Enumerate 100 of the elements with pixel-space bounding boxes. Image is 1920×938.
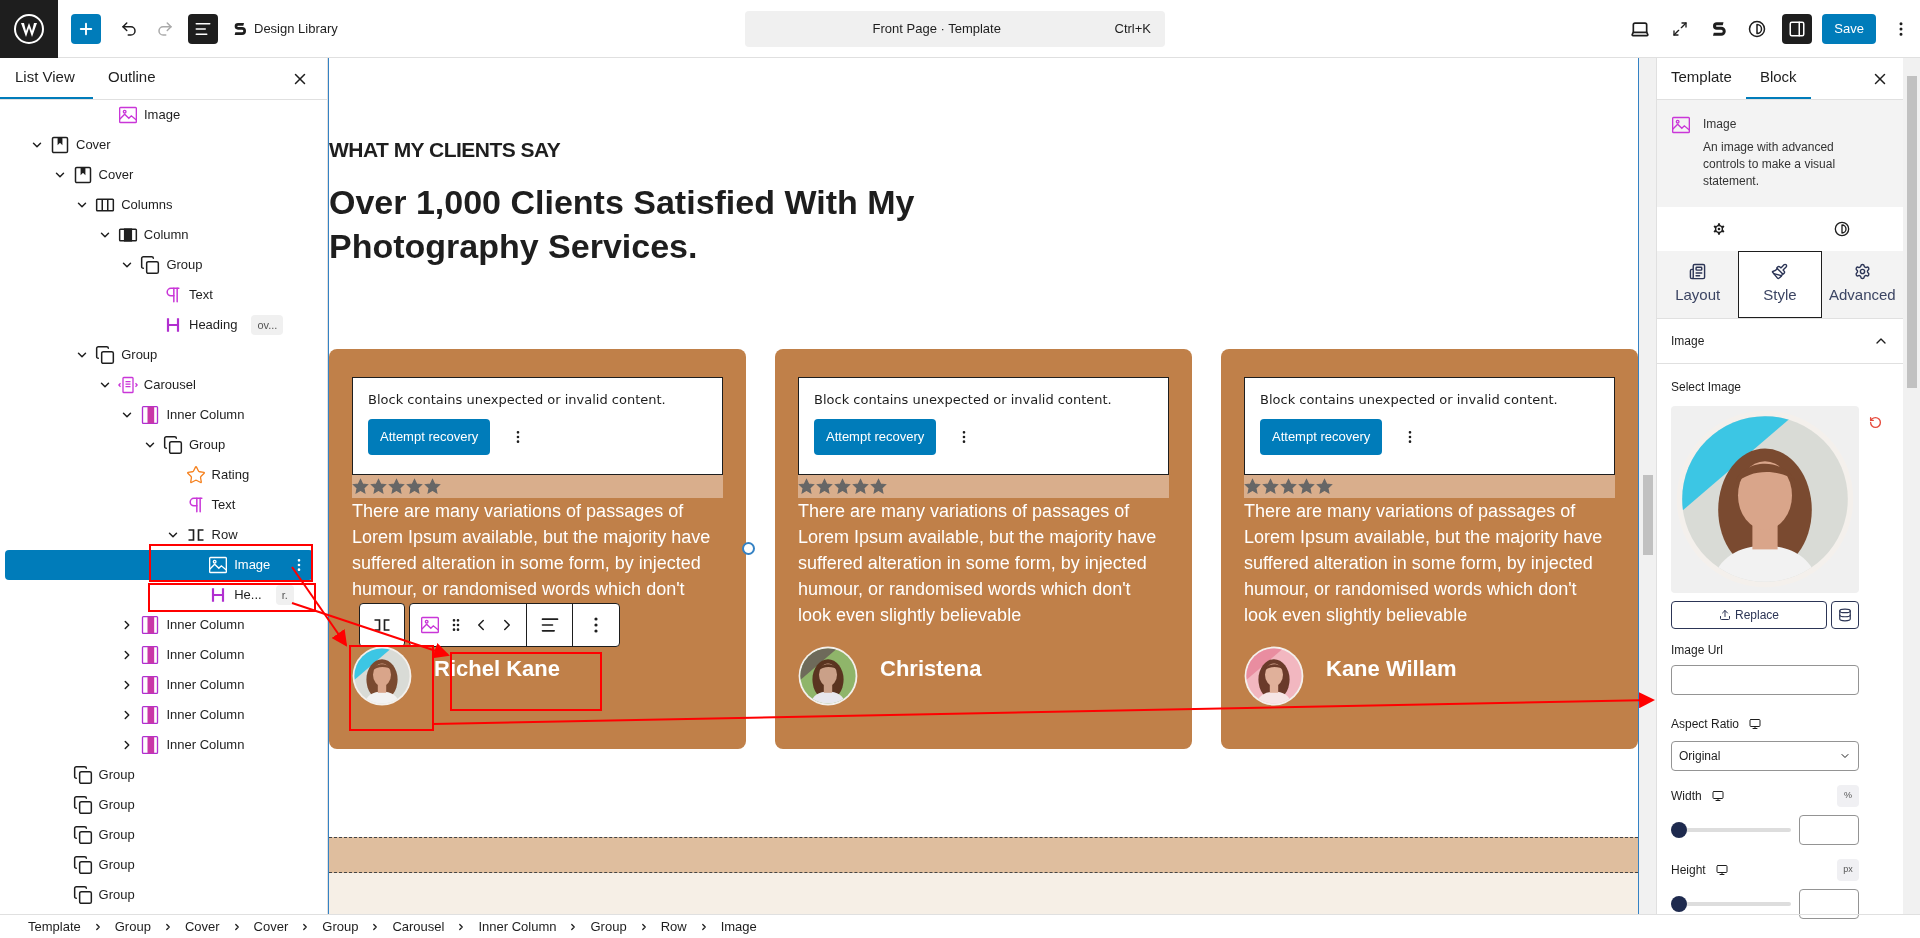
settings-sidebar-button[interactable] xyxy=(1782,13,1813,44)
save-button[interactable]: Save xyxy=(1822,13,1876,44)
attempt-recovery-button[interactable]: Attempt recovery xyxy=(1260,419,1383,455)
breadcrumb-item[interactable]: Group xyxy=(110,916,155,937)
styles-icon[interactable] xyxy=(1748,19,1767,38)
tree-item[interactable]: Group xyxy=(0,850,313,880)
breadcrumb-item[interactable]: Group xyxy=(318,916,363,937)
tree-item[interactable]: Group xyxy=(0,430,313,460)
breadcrumb-item[interactable]: Inner Column xyxy=(474,916,561,937)
tree-item[interactable]: Columns xyxy=(0,190,313,220)
row-block-button[interactable] xyxy=(359,602,405,647)
tree-item-label: Text xyxy=(189,286,213,305)
scrollbar-thumb[interactable] xyxy=(1642,475,1653,555)
tree-item[interactable]: Text xyxy=(0,280,313,310)
star-icon xyxy=(185,465,206,485)
unit-toggle[interactable]: px xyxy=(1837,859,1859,881)
tree-item[interactable]: Group xyxy=(0,250,313,280)
block-description: An image with advanced controls to make a visual statement. xyxy=(1703,139,1837,190)
breadcrumb-item[interactable]: Cover xyxy=(180,916,224,937)
slider[interactable] xyxy=(1671,896,1791,912)
scrollbar-thumb[interactable] xyxy=(1906,76,1917,388)
unit-toggle[interactable]: % xyxy=(1837,785,1859,807)
settings-icon[interactable] xyxy=(1710,221,1727,237)
client-name: Christena xyxy=(880,654,982,683)
group-icon xyxy=(72,795,93,815)
slider[interactable] xyxy=(1671,822,1791,838)
tree-item[interactable]: Heading ov... xyxy=(0,310,313,340)
breadcrumb-item[interactable]: Carousel xyxy=(388,916,449,937)
attempt-recovery-button[interactable]: Attempt recovery xyxy=(368,419,491,455)
tree-item[interactable]: Inner Column xyxy=(0,700,313,730)
group-icon xyxy=(72,855,93,875)
number-field[interactable] xyxy=(1799,815,1859,845)
inner-column-icon xyxy=(140,675,161,695)
design-library-button[interactable]: Design Library xyxy=(232,18,338,39)
tree-item[interactable]: Column xyxy=(0,220,313,250)
tree-item[interactable]: Inner Column xyxy=(0,640,313,670)
cover-block[interactable] xyxy=(329,836,1638,873)
gear-icon xyxy=(1853,262,1871,280)
tree-item[interactable]: Group xyxy=(0,340,313,370)
testimonial-text: There are many variations of passages of Lorem Ipsum available, but the majority have suffered alteration in some form, by injected humour, or randomised words which don't look even slightly believable xyxy=(798,499,1158,627)
paragraph-icon xyxy=(163,285,183,305)
tree-item[interactable]: Carousel xyxy=(0,370,313,400)
settings-tab[interactable]: Style xyxy=(1738,251,1822,318)
image-url-field[interactable] xyxy=(1671,665,1859,695)
group-icon xyxy=(163,435,183,455)
tree-item[interactable]: Inner Column xyxy=(0,670,313,700)
desktop-icon[interactable] xyxy=(1711,790,1724,802)
tree-item[interactable]: Inner Column xyxy=(0,730,313,760)
styles-icon[interactable] xyxy=(1833,221,1850,237)
attempt-recovery-button[interactable]: Attempt recovery xyxy=(814,419,937,455)
settings-tab[interactable]: Layout xyxy=(1657,251,1739,318)
tree-item[interactable]: Inner Column xyxy=(0,400,313,430)
number-field[interactable] xyxy=(1799,889,1859,919)
sidebar-tab[interactable]: Template xyxy=(1657,58,1746,99)
breadcrumb-item[interactable]: Template xyxy=(24,916,85,937)
star-icon xyxy=(424,477,441,495)
notice-text: Block contains unexpected or invalid content. xyxy=(814,390,1113,409)
reset-icon[interactable] xyxy=(1869,416,1882,429)
tree-item[interactable]: Image xyxy=(5,550,313,580)
tree-item[interactable]: Group xyxy=(0,760,313,790)
panel-tab[interactable]: Outline xyxy=(93,58,171,99)
tree-item-label: Column xyxy=(143,226,189,245)
image-block-button[interactable] xyxy=(420,614,440,635)
resize-handle[interactable] xyxy=(742,541,755,555)
tree-item[interactable]: Text xyxy=(0,490,313,520)
tree-item[interactable]: Cover xyxy=(0,130,313,160)
logo-icon[interactable] xyxy=(1710,19,1729,38)
star-icon xyxy=(406,477,423,495)
tree-item[interactable]: Cover xyxy=(0,160,313,190)
replace-button[interactable]: Replace xyxy=(1671,601,1827,629)
command-bar[interactable]: Front Page · Template Ctrl+K xyxy=(745,10,1165,47)
tree-item-label: Inner Column xyxy=(166,646,245,665)
breadcrumb-item[interactable]: Image xyxy=(716,916,761,937)
desktop-icon[interactable] xyxy=(1749,718,1762,730)
breadcrumb-item[interactable]: Group xyxy=(586,916,631,937)
tree-item-label: Text xyxy=(211,496,236,515)
section-eyebrow: WHAT MY CLIENTS SAY xyxy=(329,137,562,163)
wordpress-logo[interactable] xyxy=(0,0,58,58)
panel-tab[interactable]: List View xyxy=(0,58,93,99)
image-icon xyxy=(420,614,440,635)
tree-item[interactable]: Rating xyxy=(0,460,313,490)
desktop-icon[interactable] xyxy=(1715,864,1728,876)
media-library-button[interactable] xyxy=(1831,601,1859,629)
slider-thumb[interactable] xyxy=(1671,822,1687,838)
tree-item[interactable]: Group xyxy=(0,820,313,850)
tree-item[interactable]: He... r. xyxy=(0,580,313,610)
tree-item[interactable]: Row xyxy=(0,520,313,550)
breadcrumb-item[interactable]: Row xyxy=(656,916,691,937)
list-view-button[interactable] xyxy=(188,13,218,44)
tree-item[interactable]: Group xyxy=(0,790,313,820)
breadcrumb-item[interactable]: Cover xyxy=(249,916,293,937)
aspect-ratio-select[interactable]: Original xyxy=(1671,741,1859,771)
settings-tab[interactable]: Advanced xyxy=(1821,251,1903,318)
add-block-button[interactable] xyxy=(71,13,101,44)
slider-thumb[interactable] xyxy=(1671,896,1687,912)
tree-item-label[interactable]: Image xyxy=(144,105,181,125)
tree-item[interactable]: Inner Column xyxy=(0,610,313,640)
database-icon xyxy=(1838,608,1852,622)
fullscreen-icon[interactable] xyxy=(1672,20,1689,37)
tree-item[interactable]: Group xyxy=(0,880,313,910)
